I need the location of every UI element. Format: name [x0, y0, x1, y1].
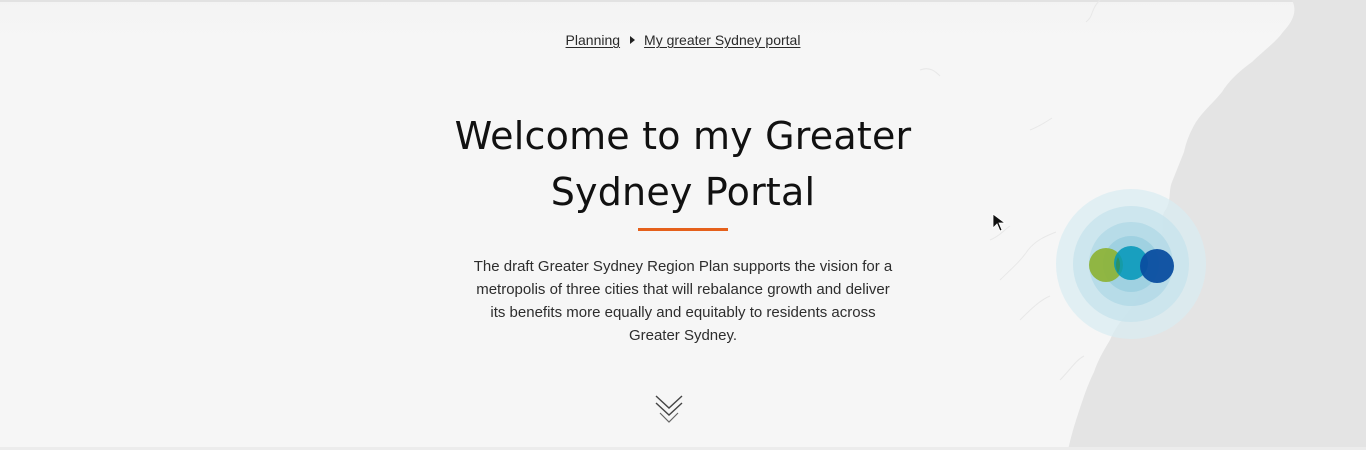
title-accent-rule — [638, 228, 728, 231]
breadcrumb: Planning My greater Sydney portal — [0, 32, 1366, 48]
mouse-pointer-icon — [992, 213, 1007, 232]
breadcrumb-link-planning[interactable]: Planning — [566, 32, 621, 48]
caret-right-icon — [630, 36, 636, 44]
double-chevron-down-icon[interactable] — [654, 393, 684, 425]
breadcrumb-link-my-greater-sydney-portal[interactable]: My greater Sydney portal — [644, 32, 800, 48]
intro-paragraph: The draft Greater Sydney Region Plan sup… — [473, 258, 893, 344]
page-title: Welcome to my Greater Sydney Portal — [433, 108, 933, 220]
page-title-line-1: Welcome to my Greater — [454, 114, 912, 158]
page-title-line-2: Sydney Portal — [550, 170, 816, 214]
hero-section: Planning My greater Sydney portal Welcome… — [0, 0, 1366, 450]
three-cities-logo — [1056, 189, 1206, 339]
city-circle-blue — [1140, 249, 1174, 283]
